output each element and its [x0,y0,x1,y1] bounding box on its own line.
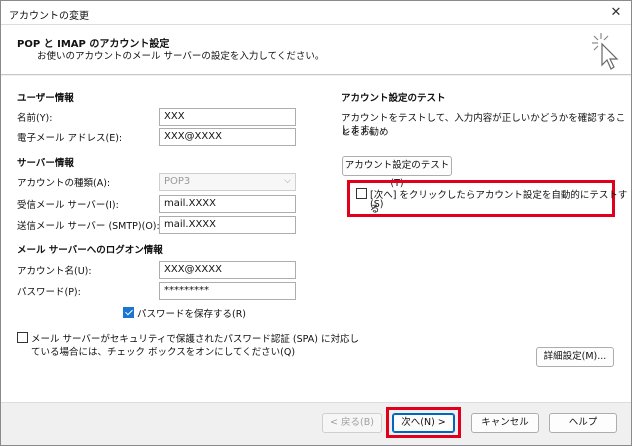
logon-info-heading: メール サーバーへのログオン情報 [17,245,163,256]
name-input[interactable]: XXX [159,108,296,126]
header-subtitle: お使いのアカウントのメール サーバーの設定を入力してください。 [37,51,325,62]
form-area: ユーザー情報 名前(Y): XXX 電子メール アドレス(E): XXX@XXX… [1,76,631,402]
auto-test-label-line1: [次へ] をクリックしたらアカウント設定を自動的にテストする [370,190,628,215]
account-type-select: POP3 ⌵ [159,173,296,191]
window-title: アカウントの変更 [9,11,89,22]
name-label: 名前(Y): [17,113,53,124]
user-info-heading: ユーザー情報 [17,93,74,104]
auto-test-label-line2: (S) [370,199,384,210]
advanced-settings-button[interactable]: 詳細設定(M)... [536,347,614,367]
cancel-button[interactable]: キャンセル [471,413,539,433]
password-label: パスワード(P): [17,287,81,298]
test-description-line1: アカウントをテストして、入力内容が正しいかどうかを確認することをお勧め [341,113,626,138]
sparkle-cursor-icon [592,33,619,70]
test-account-settings-button[interactable]: アカウント設定のテスト(T) [342,156,452,189]
account-name-input[interactable]: XXX@XXXX [159,261,296,279]
incoming-server-label: 受信メール サーバー(I): [17,200,119,211]
remember-password-label: パスワードを保存する(R) [137,309,247,320]
next-button[interactable]: 次へ(N) > [392,413,455,433]
chevron-down-icon: ⌵ [284,176,291,186]
spa-checkbox[interactable] [17,332,28,343]
server-info-heading: サーバー情報 [17,158,74,169]
email-label: 電子メール アドレス(E): [17,133,123,144]
incoming-server-input[interactable]: mail.XXXX [159,195,296,213]
account-type-value: POP3 [164,176,191,187]
email-input[interactable]: XXX@XXXX [159,128,296,146]
outgoing-server-label: 送信メール サーバー (SMTP)(O): [17,221,160,232]
back-button[interactable]: < 戻る(B) [322,413,382,433]
close-icon[interactable]: ✕ [607,4,625,22]
test-description-line2: します。 [341,125,379,136]
outgoing-server-input[interactable]: mail.XXXX [159,216,296,234]
help-button[interactable]: ヘルプ [549,413,617,433]
test-heading: アカウント設定のテスト [341,93,446,104]
dialog-footer: < 戻る(B) 次へ(N) > キャンセル ヘルプ [1,402,631,445]
title-bar: アカウントの変更 ✕ [1,1,631,25]
footer-divider [1,402,631,403]
account-type-label: アカウントの種類(A): [17,178,111,189]
account-name-label: アカウント名(U): [17,266,92,277]
auto-test-checkbox[interactable] [356,188,367,199]
spa-label-line2: ている場合には、チェック ボックスをオンにしてください(Q) [31,347,296,358]
account-settings-dialog: アカウントの変更 ✕ POP と IMAP のアカウント設定 お使いのアカウント… [0,0,632,446]
dialog-header: POP と IMAP のアカウント設定 お使いのアカウントのメール サーバーの設… [1,25,631,75]
remember-password-checkbox[interactable] [123,307,134,318]
spa-label-line1: メール サーバーがセキュリティで保護されたパスワード認証 (SPA) に対応し [31,334,359,345]
password-input[interactable]: ********* [159,282,296,300]
